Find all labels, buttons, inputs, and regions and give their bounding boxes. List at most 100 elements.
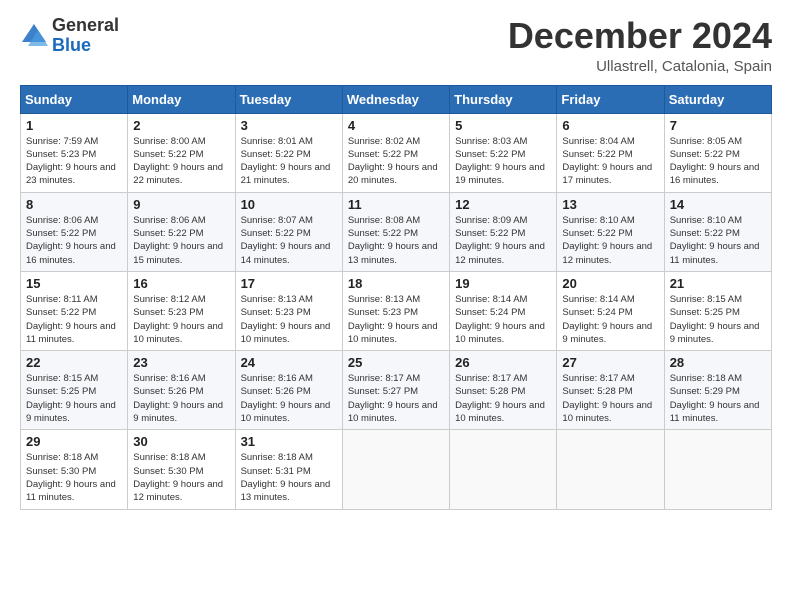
calendar-cell: 21 Sunrise: 8:15 AMSunset: 5:25 PMDaylig… bbox=[664, 271, 771, 350]
day-number: 23 bbox=[133, 355, 229, 370]
cell-info: Sunrise: 8:13 AMSunset: 5:23 PMDaylight:… bbox=[241, 294, 331, 345]
calendar-cell: 28 Sunrise: 8:18 AMSunset: 5:29 PMDaylig… bbox=[664, 351, 771, 430]
calendar-cell bbox=[342, 430, 449, 509]
day-number: 21 bbox=[670, 276, 766, 291]
day-number: 15 bbox=[26, 276, 122, 291]
logo: General Blue bbox=[20, 16, 119, 56]
day-number: 25 bbox=[348, 355, 444, 370]
logo-blue-text: Blue bbox=[52, 36, 119, 56]
cell-info: Sunrise: 8:18 AMSunset: 5:29 PMDaylight:… bbox=[670, 373, 760, 424]
logo-text: General Blue bbox=[52, 16, 119, 56]
calendar-cell: 12 Sunrise: 8:09 AMSunset: 5:22 PMDaylig… bbox=[450, 192, 557, 271]
title-block: December 2024 Ullastrell, Catalonia, Spa… bbox=[508, 16, 772, 75]
col-sunday: Sunday bbox=[21, 85, 128, 113]
cell-info: Sunrise: 8:04 AMSunset: 5:22 PMDaylight:… bbox=[562, 136, 652, 187]
calendar-cell: 24 Sunrise: 8:16 AMSunset: 5:26 PMDaylig… bbox=[235, 351, 342, 430]
calendar-cell: 13 Sunrise: 8:10 AMSunset: 5:22 PMDaylig… bbox=[557, 192, 664, 271]
calendar-cell: 25 Sunrise: 8:17 AMSunset: 5:27 PMDaylig… bbox=[342, 351, 449, 430]
cell-info: Sunrise: 8:10 AMSunset: 5:22 PMDaylight:… bbox=[562, 215, 652, 266]
calendar-cell: 29 Sunrise: 8:18 AMSunset: 5:30 PMDaylig… bbox=[21, 430, 128, 509]
logo-icon bbox=[20, 22, 48, 50]
calendar-cell: 18 Sunrise: 8:13 AMSunset: 5:23 PMDaylig… bbox=[342, 271, 449, 350]
day-number: 6 bbox=[562, 118, 658, 133]
day-number: 3 bbox=[241, 118, 337, 133]
cell-info: Sunrise: 8:17 AMSunset: 5:27 PMDaylight:… bbox=[348, 373, 438, 424]
calendar-cell: 5 Sunrise: 8:03 AMSunset: 5:22 PMDayligh… bbox=[450, 113, 557, 192]
calendar-cell: 31 Sunrise: 8:18 AMSunset: 5:31 PMDaylig… bbox=[235, 430, 342, 509]
cell-info: Sunrise: 8:14 AMSunset: 5:24 PMDaylight:… bbox=[455, 294, 545, 345]
day-number: 18 bbox=[348, 276, 444, 291]
cell-info: Sunrise: 8:10 AMSunset: 5:22 PMDaylight:… bbox=[670, 215, 760, 266]
logo-general-text: General bbox=[52, 16, 119, 36]
month-title: December 2024 bbox=[508, 16, 772, 56]
cell-info: Sunrise: 8:12 AMSunset: 5:23 PMDaylight:… bbox=[133, 294, 223, 345]
cell-info: Sunrise: 8:16 AMSunset: 5:26 PMDaylight:… bbox=[133, 373, 223, 424]
calendar-cell bbox=[664, 430, 771, 509]
calendar-cell: 2 Sunrise: 8:00 AMSunset: 5:22 PMDayligh… bbox=[128, 113, 235, 192]
day-number: 13 bbox=[562, 197, 658, 212]
cell-info: Sunrise: 8:01 AMSunset: 5:22 PMDaylight:… bbox=[241, 136, 331, 187]
calendar-cell: 30 Sunrise: 8:18 AMSunset: 5:30 PMDaylig… bbox=[128, 430, 235, 509]
cell-info: Sunrise: 8:15 AMSunset: 5:25 PMDaylight:… bbox=[26, 373, 116, 424]
cell-info: Sunrise: 8:18 AMSunset: 5:30 PMDaylight:… bbox=[26, 452, 116, 503]
week-row-2: 8 Sunrise: 8:06 AMSunset: 5:22 PMDayligh… bbox=[21, 192, 772, 271]
col-thursday: Thursday bbox=[450, 85, 557, 113]
day-number: 30 bbox=[133, 434, 229, 449]
calendar-cell: 9 Sunrise: 8:06 AMSunset: 5:22 PMDayligh… bbox=[128, 192, 235, 271]
calendar-cell: 11 Sunrise: 8:08 AMSunset: 5:22 PMDaylig… bbox=[342, 192, 449, 271]
cell-info: Sunrise: 8:16 AMSunset: 5:26 PMDaylight:… bbox=[241, 373, 331, 424]
day-number: 16 bbox=[133, 276, 229, 291]
location-subtitle: Ullastrell, Catalonia, Spain bbox=[508, 58, 772, 75]
calendar-table: Sunday Monday Tuesday Wednesday Thursday… bbox=[20, 85, 772, 510]
col-monday: Monday bbox=[128, 85, 235, 113]
week-row-5: 29 Sunrise: 8:18 AMSunset: 5:30 PMDaylig… bbox=[21, 430, 772, 509]
header: General Blue December 2024 Ullastrell, C… bbox=[20, 16, 772, 75]
cell-info: Sunrise: 8:05 AMSunset: 5:22 PMDaylight:… bbox=[670, 136, 760, 187]
col-friday: Friday bbox=[557, 85, 664, 113]
day-number: 29 bbox=[26, 434, 122, 449]
week-row-3: 15 Sunrise: 8:11 AMSunset: 5:22 PMDaylig… bbox=[21, 271, 772, 350]
calendar-cell: 19 Sunrise: 8:14 AMSunset: 5:24 PMDaylig… bbox=[450, 271, 557, 350]
col-saturday: Saturday bbox=[664, 85, 771, 113]
week-row-4: 22 Sunrise: 8:15 AMSunset: 5:25 PMDaylig… bbox=[21, 351, 772, 430]
calendar-cell: 16 Sunrise: 8:12 AMSunset: 5:23 PMDaylig… bbox=[128, 271, 235, 350]
cell-info: Sunrise: 8:18 AMSunset: 5:31 PMDaylight:… bbox=[241, 452, 331, 503]
calendar-cell: 3 Sunrise: 8:01 AMSunset: 5:22 PMDayligh… bbox=[235, 113, 342, 192]
day-number: 27 bbox=[562, 355, 658, 370]
cell-info: Sunrise: 8:17 AMSunset: 5:28 PMDaylight:… bbox=[562, 373, 652, 424]
day-number: 5 bbox=[455, 118, 551, 133]
cell-info: Sunrise: 8:06 AMSunset: 5:22 PMDaylight:… bbox=[26, 215, 116, 266]
cell-info: Sunrise: 8:07 AMSunset: 5:22 PMDaylight:… bbox=[241, 215, 331, 266]
day-number: 10 bbox=[241, 197, 337, 212]
cell-info: Sunrise: 8:00 AMSunset: 5:22 PMDaylight:… bbox=[133, 136, 223, 187]
day-number: 4 bbox=[348, 118, 444, 133]
cell-info: Sunrise: 8:11 AMSunset: 5:22 PMDaylight:… bbox=[26, 294, 116, 345]
calendar-cell: 14 Sunrise: 8:10 AMSunset: 5:22 PMDaylig… bbox=[664, 192, 771, 271]
day-number: 8 bbox=[26, 197, 122, 212]
calendar-cell bbox=[557, 430, 664, 509]
calendar-cell: 17 Sunrise: 8:13 AMSunset: 5:23 PMDaylig… bbox=[235, 271, 342, 350]
day-number: 20 bbox=[562, 276, 658, 291]
calendar-cell bbox=[450, 430, 557, 509]
cell-info: Sunrise: 8:17 AMSunset: 5:28 PMDaylight:… bbox=[455, 373, 545, 424]
calendar-cell: 23 Sunrise: 8:16 AMSunset: 5:26 PMDaylig… bbox=[128, 351, 235, 430]
cell-info: Sunrise: 8:03 AMSunset: 5:22 PMDaylight:… bbox=[455, 136, 545, 187]
day-number: 28 bbox=[670, 355, 766, 370]
day-number: 17 bbox=[241, 276, 337, 291]
cell-info: Sunrise: 8:13 AMSunset: 5:23 PMDaylight:… bbox=[348, 294, 438, 345]
day-number: 12 bbox=[455, 197, 551, 212]
calendar-cell: 4 Sunrise: 8:02 AMSunset: 5:22 PMDayligh… bbox=[342, 113, 449, 192]
calendar-cell: 15 Sunrise: 8:11 AMSunset: 5:22 PMDaylig… bbox=[21, 271, 128, 350]
cell-info: Sunrise: 8:18 AMSunset: 5:30 PMDaylight:… bbox=[133, 452, 223, 503]
col-tuesday: Tuesday bbox=[235, 85, 342, 113]
day-number: 24 bbox=[241, 355, 337, 370]
cell-info: Sunrise: 8:08 AMSunset: 5:22 PMDaylight:… bbox=[348, 215, 438, 266]
cell-info: Sunrise: 8:02 AMSunset: 5:22 PMDaylight:… bbox=[348, 136, 438, 187]
calendar-cell: 26 Sunrise: 8:17 AMSunset: 5:28 PMDaylig… bbox=[450, 351, 557, 430]
col-wednesday: Wednesday bbox=[342, 85, 449, 113]
calendar-cell: 20 Sunrise: 8:14 AMSunset: 5:24 PMDaylig… bbox=[557, 271, 664, 350]
calendar-cell: 27 Sunrise: 8:17 AMSunset: 5:28 PMDaylig… bbox=[557, 351, 664, 430]
cell-info: Sunrise: 8:06 AMSunset: 5:22 PMDaylight:… bbox=[133, 215, 223, 266]
calendar-header-row: Sunday Monday Tuesday Wednesday Thursday… bbox=[21, 85, 772, 113]
calendar-cell: 7 Sunrise: 8:05 AMSunset: 5:22 PMDayligh… bbox=[664, 113, 771, 192]
